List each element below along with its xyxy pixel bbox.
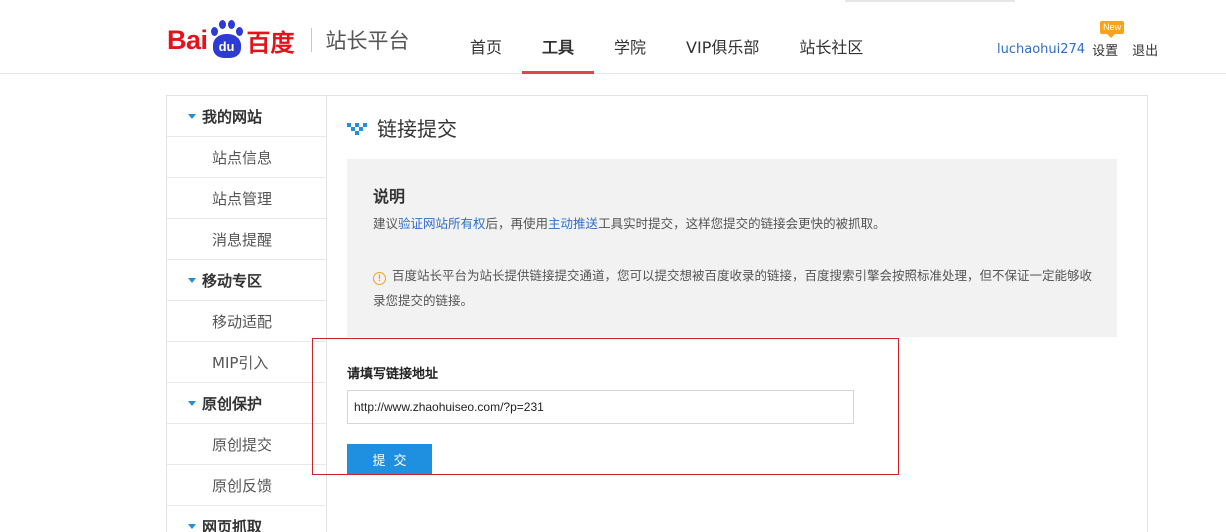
nav-home[interactable]: 首页 [450, 22, 522, 74]
sidebar-item-mobile-adaptation[interactable]: 移动适配 [167, 301, 326, 342]
nav-tools[interactable]: 工具 [522, 22, 595, 74]
sidebar-group-original-protection[interactable]: 原创保护 [167, 383, 326, 424]
url-input[interactable] [347, 390, 854, 424]
submit-button[interactable]: 提交 [347, 444, 432, 474]
user-area: luchaohui274 设置 New 退出 [997, 21, 1158, 59]
logout-link[interactable]: 退出 [1132, 40, 1158, 59]
verify-ownership-link[interactable]: 验证网站所有权 [398, 216, 486, 231]
new-badge: New [1100, 21, 1125, 38]
top-header: Bai du 百度 站长平台 首页 工具 学院 VIP俱乐部 站长社区 luch… [0, 0, 1226, 74]
nav-vip-club[interactable]: VIP俱乐部 [666, 22, 779, 74]
baidu-logo[interactable]: Bai du 百度 站长平台 [167, 18, 410, 62]
triangle-down-icon [188, 113, 196, 119]
sidebar-item-message-alerts[interactable]: 消息提醒 [167, 219, 326, 260]
sidebar-group-mobile[interactable]: 移动专区 [167, 260, 326, 301]
nav-community[interactable]: 站长社区 [779, 22, 883, 74]
page-title-row: 链接提交 [347, 113, 457, 142]
sidebar-item-site-management[interactable]: 站点管理 [167, 178, 326, 219]
warning-notice: ! 百度站长平台为站长提供链接提交通道，您可以提交想被百度收录的链接，百度搜索引擎… [373, 263, 1093, 313]
username-link[interactable]: luchaohui274 [997, 42, 1085, 57]
settings-link[interactable]: 设置 New [1092, 21, 1125, 59]
paw-icon: du [209, 20, 245, 60]
top-accent-line [845, 0, 1015, 2]
main-nav: 首页 工具 学院 VIP俱乐部 站长社区 [450, 22, 883, 74]
sidebar-item-mip[interactable]: MIP引入 [167, 342, 326, 383]
chevron-pixel-icon [347, 122, 367, 135]
sidebar-group-page-crawl[interactable]: 网页抓取 [167, 506, 326, 532]
sidebar-item-site-info[interactable]: 站点信息 [167, 137, 326, 178]
logo-du-text: du [212, 34, 241, 58]
settings-label: 设置 [1092, 44, 1119, 59]
sidebar-item-original-submit[interactable]: 原创提交 [167, 424, 326, 465]
warning-icon: ! [373, 272, 386, 285]
triangle-down-icon [188, 277, 196, 283]
logo-divider [310, 28, 312, 52]
info-description: 建议验证网站所有权后，再使用主动推送工具实时提交，这样您提交的链接会更快的被抓取… [373, 216, 886, 231]
page-title: 链接提交 [377, 117, 457, 141]
triangle-down-icon [188, 523, 196, 529]
active-push-link[interactable]: 主动推送 [548, 216, 598, 231]
sidebar-item-original-feedback[interactable]: 原创反馈 [167, 465, 326, 506]
info-heading: 说明 [373, 187, 406, 206]
warning-text: 百度站长平台为站长提供链接提交通道，您可以提交想被百度收录的链接，百度搜索引擎会… [373, 268, 1093, 308]
sidebar: 我的网站 站点信息 站点管理 消息提醒 移动专区 移动适配 MIP引入 原创保护… [166, 95, 327, 532]
url-field-label: 请填写链接地址 [347, 367, 439, 382]
logo-bai-text: Bai [167, 24, 208, 55]
sidebar-group-my-site[interactable]: 我的网站 [167, 96, 326, 137]
info-box: 说明 建议验证网站所有权后，再使用主动推送工具实时提交，这样您提交的链接会更快的… [347, 159, 1117, 337]
logo-baidu-chinese: 百度 [246, 28, 295, 57]
platform-subtitle: 站长平台 [325, 29, 410, 53]
nav-academy[interactable]: 学院 [594, 22, 666, 74]
triangle-down-icon [188, 400, 196, 406]
